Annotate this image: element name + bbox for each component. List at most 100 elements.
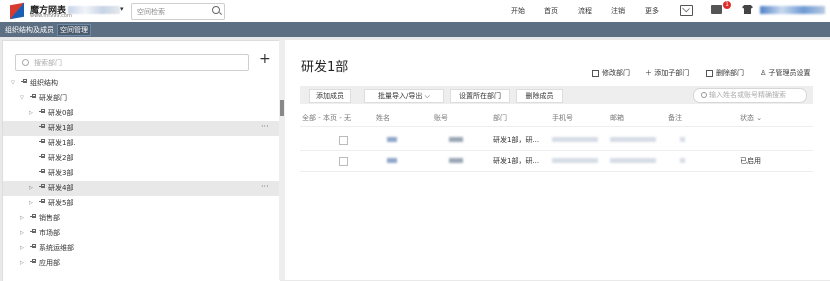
expand-icon[interactable]: ▷ bbox=[29, 196, 33, 211]
tree-node-rd4[interactable]: ▷ 研发4部 ··· bbox=[3, 181, 280, 196]
search-icon[interactable] bbox=[212, 6, 220, 14]
delete-member-button[interactable]: 删除成员 bbox=[516, 89, 563, 103]
top-bar: 魔方网表 www.mf999.com ▾ 空间检索 开始 首页 流程 注销 更多… bbox=[0, 0, 830, 23]
nav-flow[interactable]: 流程 bbox=[578, 6, 592, 16]
batch-import-export-button[interactable]: 批量导入/导出 ⌵ bbox=[364, 89, 444, 103]
column-phone: 手机号 bbox=[552, 114, 573, 122]
member-toolbar: 添加成员 批量导入/导出 ⌵ 设置所在部门 删除成员 输入姓名或账号精确搜索 bbox=[300, 86, 813, 104]
tree-node-label: 组织结构 bbox=[30, 79, 58, 87]
tab-org-structure[interactable]: 组织结构及成员 bbox=[3, 25, 56, 35]
more-options-icon[interactable]: ··· bbox=[261, 119, 269, 134]
member-remark bbox=[680, 158, 685, 163]
sub-navigation: 组织结构及成员 空间管理 bbox=[0, 22, 830, 37]
tree-node-label: 研发5部 bbox=[48, 199, 74, 207]
tree-node-label: 销售部 bbox=[39, 214, 60, 222]
task-icon[interactable] bbox=[711, 5, 722, 14]
logo-url: www.mf999.com bbox=[30, 13, 72, 19]
member-email bbox=[610, 137, 656, 142]
member-phone bbox=[552, 158, 598, 163]
account-switcher[interactable] bbox=[68, 6, 120, 14]
member-status: 已启用 bbox=[740, 157, 761, 165]
table-row[interactable]: 研发1部，研... 已启用 bbox=[300, 151, 813, 172]
collapse-icon[interactable]: ▽ bbox=[11, 76, 15, 91]
account-dropdown-icon[interactable]: ▾ bbox=[120, 5, 124, 13]
department-search-input[interactable]: 搜索部门 bbox=[15, 54, 249, 71]
member-account bbox=[449, 158, 463, 163]
tab-space-management[interactable]: 空间管理 bbox=[57, 24, 91, 36]
edit-icon bbox=[592, 69, 599, 77]
user-icon: ♙ bbox=[760, 69, 769, 77]
expand-icon[interactable]: ▷ bbox=[20, 226, 24, 241]
tree-node-rd0[interactable]: ▷ 研发0部 bbox=[3, 106, 280, 121]
nav-logout[interactable]: 注销 bbox=[611, 6, 625, 16]
collapse-icon[interactable]: ▽ bbox=[20, 91, 24, 106]
org-icon bbox=[39, 199, 45, 207]
splitter-grip[interactable] bbox=[280, 100, 284, 116]
table-row[interactable]: 研发1部，研... bbox=[300, 130, 813, 151]
tree-node-rd2[interactable]: 研发2部 bbox=[3, 151, 280, 166]
tree-node-label: 研发1部. bbox=[48, 139, 76, 147]
select-scope-header[interactable]: 全部 - 本页 - 无 bbox=[302, 113, 351, 123]
set-department-button[interactable]: 设置所在部门 bbox=[450, 89, 510, 103]
row-checkbox[interactable] bbox=[339, 157, 348, 166]
sub-admin-settings-button[interactable]: ♙ 子管理员设置 bbox=[760, 68, 811, 78]
add-subdepartment-button[interactable]: ＋ 添加子部门 bbox=[645, 68, 689, 78]
more-options-icon[interactable]: ··· bbox=[261, 179, 269, 194]
tree-node-rd-dept[interactable]: ▽ 研发部门 bbox=[3, 91, 280, 106]
org-icon bbox=[21, 79, 27, 87]
member-email bbox=[610, 158, 656, 163]
column-status[interactable]: 状态 ⌄ bbox=[740, 113, 762, 123]
tree-node-org[interactable]: ▽ 组织结构 bbox=[3, 76, 280, 91]
logo-cube-icon bbox=[10, 2, 24, 20]
tree-node-sales[interactable]: ▷ 销售部 bbox=[3, 211, 280, 226]
org-icon bbox=[39, 184, 45, 192]
tree-node-rd3[interactable]: 研发3部 bbox=[3, 166, 280, 181]
nav-start[interactable]: 开始 bbox=[511, 6, 525, 16]
search-icon bbox=[701, 92, 707, 98]
skin-icon[interactable] bbox=[742, 5, 753, 14]
nav-home[interactable]: 首页 bbox=[544, 6, 558, 16]
add-member-button[interactable]: 添加成员 bbox=[309, 89, 351, 103]
member-department: 研发1部，研... bbox=[493, 157, 540, 165]
space-search-input[interactable]: 空间检索 bbox=[131, 3, 225, 20]
expand-icon[interactable]: ▷ bbox=[20, 241, 24, 256]
tree-node-rd1[interactable]: 研发1部 ··· bbox=[3, 121, 280, 136]
member-account bbox=[449, 137, 463, 142]
notification-badge: 1 bbox=[723, 1, 731, 9]
row-checkbox[interactable] bbox=[339, 136, 348, 145]
add-subdepartment-label: 添加子部门 bbox=[654, 69, 690, 77]
tree-node-rd5[interactable]: ▷ 研发5部 bbox=[3, 196, 280, 211]
tree-node-label: 研发3部 bbox=[48, 169, 74, 177]
sort-icon: ⌄ bbox=[756, 114, 763, 122]
member-name bbox=[387, 158, 397, 163]
user-name[interactable] bbox=[760, 6, 825, 14]
delete-department-button[interactable]: 删除部门 bbox=[706, 68, 744, 78]
tree-node-market[interactable]: ▷ 市场部 bbox=[3, 226, 280, 241]
expand-icon[interactable]: ▷ bbox=[20, 211, 24, 226]
add-department-icon[interactable]: + bbox=[259, 51, 271, 67]
tree-node-label: 研发4部 bbox=[48, 184, 74, 192]
chevron-down-icon: ⌵ bbox=[424, 92, 430, 100]
member-table-header: 全部 - 本页 - 无 姓名 账号 部门 手机号 邮箱 备注 状态 ⌄ bbox=[300, 110, 813, 127]
edit-department-button[interactable]: 修改部门 bbox=[592, 68, 630, 78]
delete-department-label: 删除部门 bbox=[716, 69, 744, 77]
tree-node-label: 研发1部 bbox=[48, 124, 74, 132]
tree-node-label: 研发0部 bbox=[48, 109, 74, 117]
column-status-label: 状态 bbox=[740, 114, 754, 122]
tree-node-ops[interactable]: ▷ 系统运维部 bbox=[3, 241, 280, 256]
tree-node-app[interactable]: ▷ 应用部 bbox=[3, 256, 280, 271]
mail-icon[interactable] bbox=[680, 5, 693, 16]
expand-icon[interactable]: ▷ bbox=[20, 256, 24, 271]
member-phone bbox=[552, 137, 598, 142]
tree-node-rd1-dot[interactable]: 研发1部. bbox=[3, 136, 280, 151]
tree-node-label: 研发部门 bbox=[39, 94, 67, 102]
member-search-input[interactable]: 输入姓名或账号精确搜索 bbox=[693, 88, 807, 103]
column-remark: 备注 bbox=[668, 114, 682, 122]
expand-icon[interactable]: ▷ bbox=[29, 181, 33, 196]
nav-more[interactable]: 更多 bbox=[645, 6, 659, 16]
expand-icon[interactable]: ▷ bbox=[29, 106, 33, 121]
trash-icon bbox=[706, 69, 713, 77]
tree-node-label: 应用部 bbox=[39, 259, 60, 267]
member-remark bbox=[680, 137, 685, 142]
org-icon bbox=[30, 214, 36, 222]
